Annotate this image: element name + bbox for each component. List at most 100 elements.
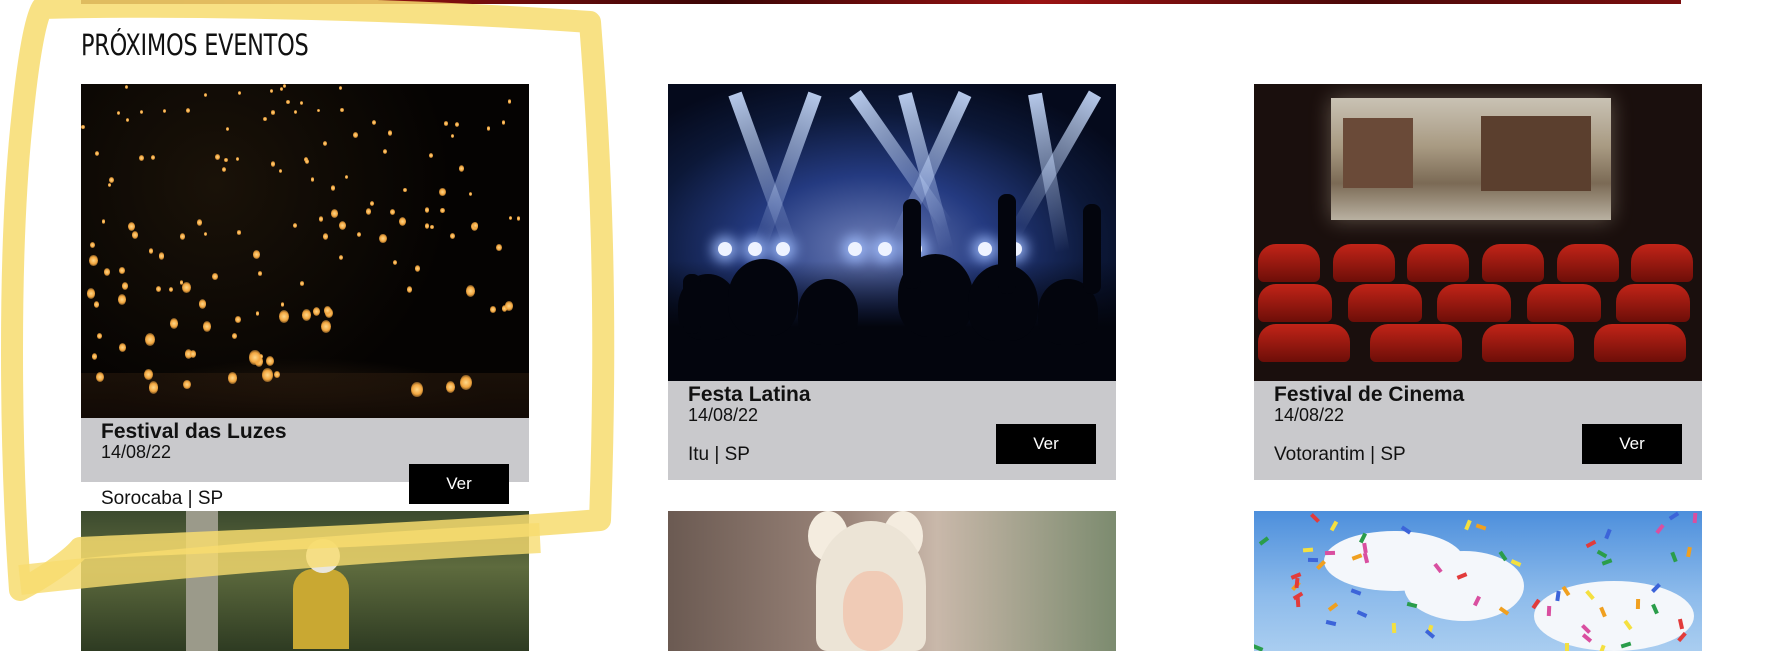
lantern-light [107,183,111,188]
cinema-seat [1482,244,1544,282]
confetti-piece [1356,609,1367,618]
lantern-light [169,287,174,293]
lantern-light [340,107,345,113]
lantern-light [158,252,165,260]
lantern-light [179,232,186,240]
confetti-piece [1329,520,1338,531]
lantern-light [86,288,95,299]
lantern-light [331,209,338,218]
lantern-light [222,166,227,172]
lantern-light [338,86,342,91]
lantern-light [144,368,153,380]
lantern-light [118,343,126,353]
event-image-cinema[interactable] [1254,84,1702,381]
confetti-piece [1327,602,1339,612]
event-image-concert[interactable] [668,84,1116,381]
ver-button[interactable]: Ver [1582,424,1682,464]
lantern-light [414,264,421,272]
lantern-light [97,333,102,339]
lantern-light [131,231,138,239]
cinema-seat [1556,244,1619,282]
lantern-light [162,108,167,113]
lantern-light [224,157,228,162]
event-card-festa-latina: Festa Latina 14/08/22 Itu | SP Ver [668,84,1116,480]
lantern-light [323,140,327,146]
lantern-light [444,121,448,126]
raised-arm [903,199,921,289]
event-name: Festival de Cinema [1274,383,1465,406]
lantern-light [345,175,349,180]
lantern-light [91,352,98,360]
event-image-confetti[interactable] [1254,511,1702,651]
lantern-light [459,374,472,391]
event-name: Festival das Luzes [101,420,287,443]
event-location: Itu | SP [688,444,750,465]
event-card-row2-1 [81,511,529,651]
confetti-piece [1258,536,1270,546]
lantern-light [430,224,434,230]
lantern-light [495,243,502,252]
ver-button[interactable]: Ver [996,424,1096,464]
event-card-festival-das-luzes: Festival das Luzes 14/08/22 Sorocaba | S… [81,84,529,518]
event-image-cosplay[interactable] [668,511,1116,651]
stage-light [978,242,992,256]
lantern-light [235,157,239,162]
lantern-light [145,333,156,347]
event-name: Festa Latina [688,383,811,406]
lantern-light [379,233,387,244]
lantern-light [262,367,273,382]
ver-button[interactable]: Ver [409,464,509,504]
lantern-light [486,126,491,132]
lantern-light [357,231,362,237]
lantern-light [225,127,229,132]
cinema-seat [1437,284,1512,322]
lantern-light [235,315,241,324]
confetti-piece [1693,512,1698,524]
raised-arm [1083,204,1101,294]
lantern-light [186,107,190,113]
cinema-seat [1407,244,1470,282]
lantern-light [516,216,521,221]
lantern-light [190,350,197,359]
confetti-piece [1596,549,1608,558]
confetti-piece [1685,546,1692,557]
lantern-light [505,301,513,311]
lantern-light [93,301,100,309]
event-image-mountain-bike[interactable] [81,511,529,651]
lantern-light [387,130,393,136]
stage-light [878,242,892,256]
confetti-piece [1668,511,1680,521]
cinema-seat [1482,324,1574,362]
lantern-light [320,320,332,334]
cyclist-body [293,569,349,649]
lantern-light [449,232,456,240]
stage-light [848,242,862,256]
lantern-light [155,285,161,292]
cinema-screen [1331,98,1611,220]
lantern-light [286,99,290,104]
lantern-light [101,219,106,224]
event-image-lanterns[interactable] [81,84,529,418]
lantern-light [182,282,191,294]
confetti-piece [1308,557,1319,563]
cinema-seat [1631,244,1694,282]
lantern-light [150,154,156,161]
lantern-light [232,333,237,339]
lantern-light [301,309,311,321]
lantern-light [468,191,472,197]
lantern-light [104,268,111,277]
confetti-piece [1350,588,1362,596]
lantern-light [204,232,208,237]
lantern-light [353,131,358,138]
lantern-light [509,216,513,221]
lantern-light [238,91,242,96]
top-banner-image [81,0,1681,4]
lantern-light [212,273,218,281]
lantern-light [406,285,412,293]
lantern-light [169,318,179,329]
event-card-row2-3 [1254,511,1702,651]
lantern-light [398,217,406,227]
lantern-light [95,150,99,156]
lantern-light [271,110,275,115]
lantern-light [310,176,315,182]
